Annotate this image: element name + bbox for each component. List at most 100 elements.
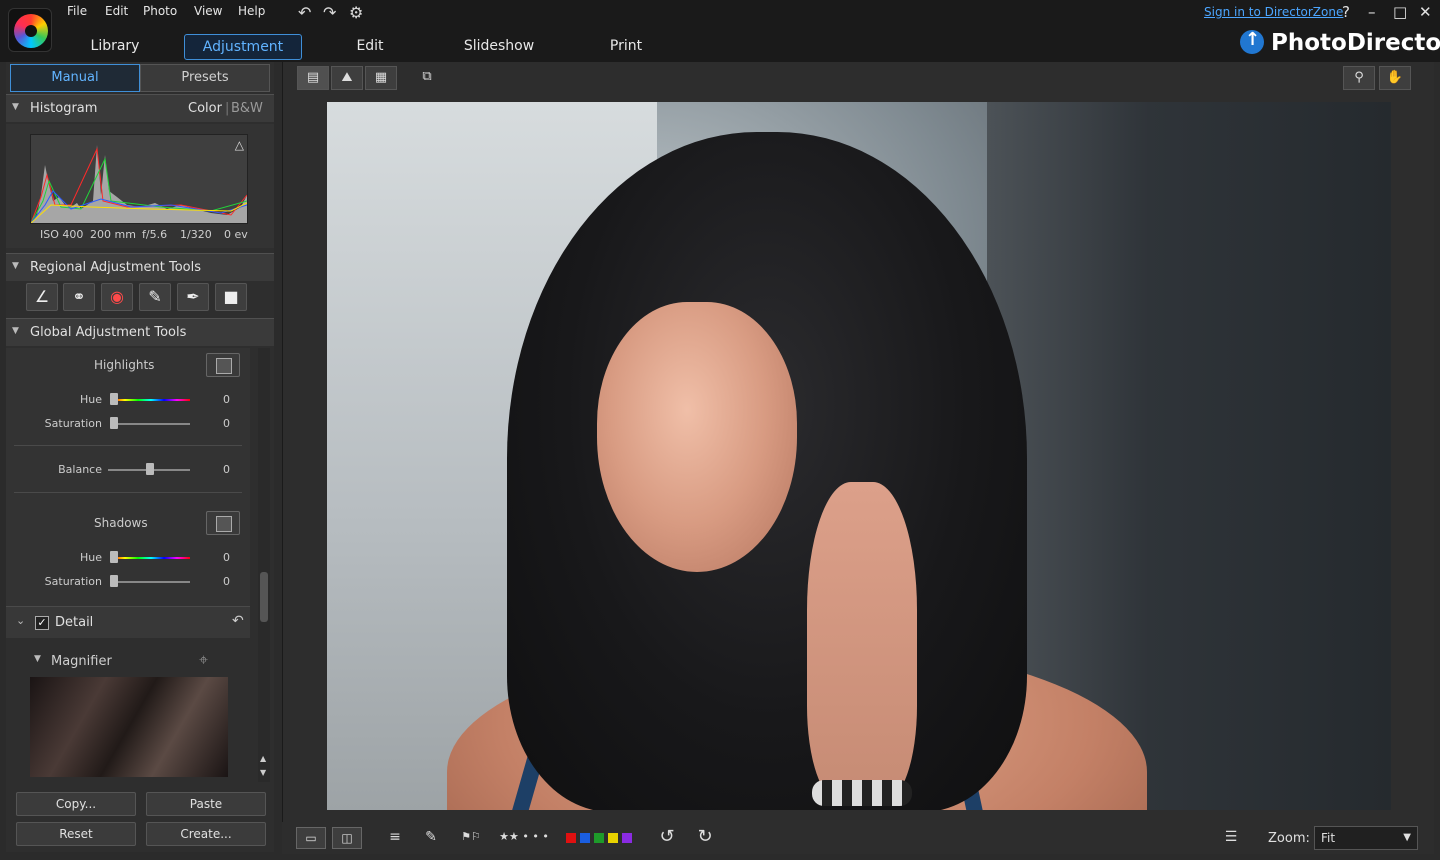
close-button[interactable]: ✕ [1419,3,1432,21]
shadows-hue-thumb[interactable] [110,551,118,563]
tab-slideshow[interactable]: Slideshow [460,34,538,60]
rotate-stack-icon[interactable]: ≡ [382,827,408,849]
red-eye-icon[interactable]: ◉ [101,283,133,311]
color-label-blue[interactable] [580,833,590,843]
reset-arrow-icon[interactable]: ↶ [232,613,244,629]
shadows-saturation-thumb[interactable] [110,575,118,587]
balance-thumb[interactable] [146,463,154,475]
histogram-header[interactable]: ▼ Histogram Color | B&W [6,94,274,122]
scroll-up-icon[interactable]: ▲ [260,754,266,763]
minimize-button[interactable]: – [1368,3,1376,21]
histogram-bw-option[interactable]: B&W [231,101,263,116]
dropdown-arrow-icon: ▼ [1403,832,1411,843]
rotate-left-icon[interactable]: ↺ [654,827,680,849]
shadows-hue-label: Hue [79,551,102,564]
collapse-triangle-icon[interactable]: ▼ [12,261,19,271]
collapse-triangle-icon[interactable]: ▼ [12,102,19,112]
filmstrip-view-icon[interactable]: ◫ [332,827,362,849]
copy-button[interactable]: Copy... [16,792,136,816]
crop-tool-icon[interactable]: ∠ [26,283,58,311]
rotate-right-icon[interactable]: ↻ [692,827,718,849]
clipping-warning-icon[interactable]: △ [235,138,244,152]
tab-library[interactable]: Library [84,34,146,60]
target-icon[interactable]: ⌖ [199,650,208,670]
menu-help[interactable]: Help [238,4,265,18]
highlights-hue-value: 0 [223,393,230,406]
redo-icon[interactable]: ↷ [323,3,336,22]
left-panel-scrollbar[interactable]: ▲ ▼ [258,348,270,782]
highlights-color-picker[interactable] [206,353,240,377]
scroll-down-icon[interactable]: ▼ [260,768,266,777]
shadows-hue-value: 0 [223,551,230,564]
edit-pencil-icon[interactable]: ✎ [418,827,444,849]
histogram-color-option[interactable]: Color [188,101,222,116]
shadows-saturation-value: 0 [223,575,230,588]
single-view-icon[interactable]: ▭ [296,827,326,849]
tab-adjustment[interactable]: Adjustment [184,34,302,60]
shadows-color-picker[interactable] [206,511,240,535]
color-label-purple[interactable] [622,833,632,843]
chevron-down-icon[interactable]: ⌄ [16,614,25,627]
bottom-toolbar: ▭ ◫ ≡ ✎ ⚑⚐ ★★ • • • ↺ ↻ ☰ Zoom: Fit ▼ [282,822,1434,854]
gear-icon[interactable]: ⚙ [349,3,363,22]
menu-view[interactable]: View [194,4,222,18]
scrollbar-thumb[interactable] [260,572,268,622]
compare-view-icon[interactable]: ⧉ [411,66,443,90]
tab-edit[interactable]: Edit [345,34,395,60]
collapse-triangle-icon[interactable]: ▼ [34,654,41,664]
collapse-triangle-icon[interactable]: ▼ [12,326,19,336]
paste-button[interactable]: Paste [146,792,266,816]
regional-tools-title: Regional Adjustment Tools [30,260,202,275]
view-single-photo-icon[interactable]: ⛰ [331,66,363,90]
restore-button[interactable]: □ [1393,3,1407,21]
shadows-saturation-slider[interactable] [112,581,190,583]
reset-button[interactable]: Reset [16,822,136,846]
detail-checkbox[interactable]: ✓ [35,616,49,630]
view-grid-icon[interactable]: ▦ [365,66,397,90]
app-logo [8,8,52,52]
detail-header[interactable]: ⌄ ✓ Detail ↶ [6,606,250,638]
highlights-hue-slider[interactable] [112,399,190,401]
sort-menu-icon[interactable]: ☰ [1218,827,1244,849]
highlights-saturation-label: Saturation [44,417,102,430]
color-label-green[interactable] [594,833,604,843]
spot-removal-icon[interactable]: ⚭ [63,283,95,311]
tab-manual[interactable]: Manual [10,64,140,92]
exif-ev: 0 ev [224,228,248,241]
color-label-red[interactable] [566,833,576,843]
shadows-hue-slider[interactable] [112,557,190,559]
menu-photo[interactable]: Photo [143,4,177,18]
adjustment-brush-icon[interactable]: ✎ [139,283,171,311]
gradient-mask-icon[interactable]: ■ [215,283,247,311]
highlights-saturation-thumb[interactable] [110,417,118,429]
tab-presets[interactable]: Presets [140,64,270,92]
tab-print[interactable]: Print [602,34,650,60]
create-preset-button[interactable]: Create... [146,822,266,846]
help-button[interactable]: ? [1342,3,1350,21]
left-panel: Manual Presets ▼ Histogram Color | B&W △… [6,62,274,852]
highlights-hue-thumb[interactable] [110,393,118,405]
sign-in-link[interactable]: Sign in to DirectorZone [1204,5,1343,19]
highlights-saturation-value: 0 [223,417,230,430]
star-rating-icon[interactable]: ★★ • • • [494,827,554,849]
highlights-label: Highlights [94,358,155,372]
highlights-saturation-slider[interactable] [112,423,190,425]
highlights-hue-label: Hue [79,393,102,406]
regional-tools-header[interactable]: ▼ Regional Adjustment Tools [6,253,274,281]
radial-brush-icon[interactable]: ✒ [177,283,209,311]
zoom-select[interactable]: Fit ▼ [1314,826,1418,850]
main-photo[interactable] [327,102,1391,810]
exif-shutter: 1/320 [180,228,212,241]
zoom-magnifier-icon[interactable]: ⚲ [1343,66,1375,90]
brand-title: PhotoDirector [1271,30,1440,56]
magnifier-header[interactable]: ▼ Magnifier ⌖ [6,644,250,674]
view-viewer-filmstrip-icon[interactable]: ▤ [297,66,329,90]
undo-icon[interactable]: ↶ [298,3,311,22]
global-tools-header[interactable]: ▼ Global Adjustment Tools [6,318,274,346]
exif-aperture: f/5.6 [142,228,168,241]
menu-file[interactable]: File [67,4,87,18]
flag-icon[interactable]: ⚑⚐ [458,827,484,849]
hand-pan-icon[interactable]: ✋ [1379,66,1411,90]
color-label-yellow[interactable] [608,833,618,843]
menu-edit[interactable]: Edit [105,4,128,18]
